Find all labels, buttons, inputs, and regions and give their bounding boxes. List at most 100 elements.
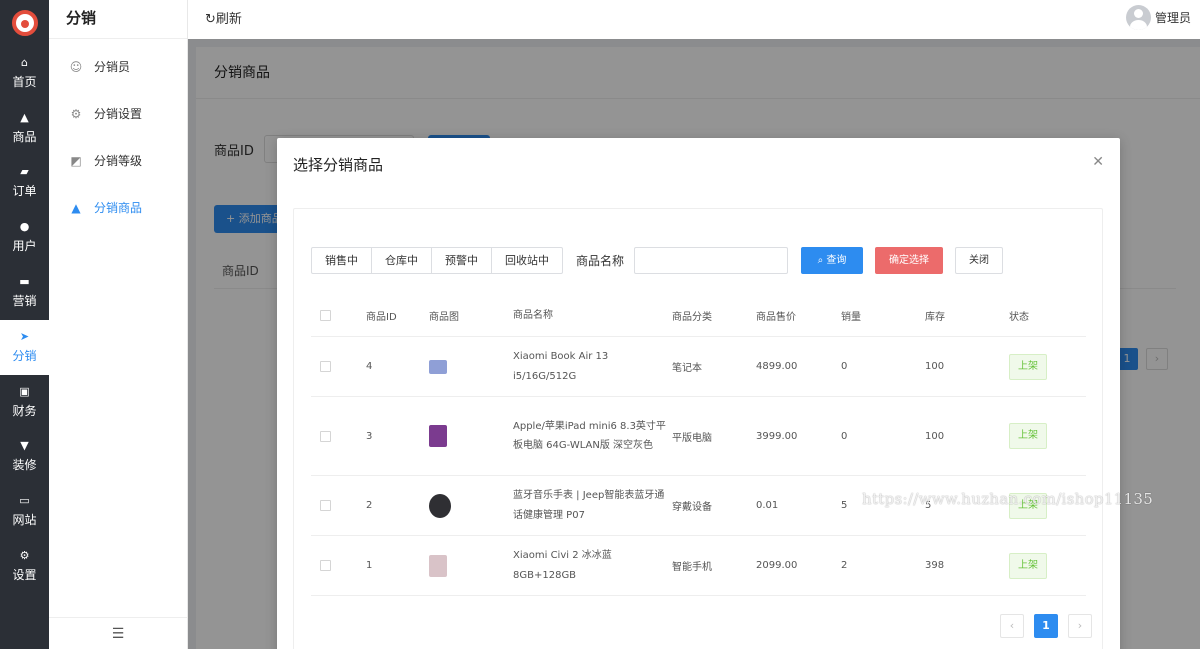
col-id: 商品ID [366,312,397,323]
send-icon: ➤ [19,329,30,343]
tab-in-warehouse[interactable]: 仓库中 [372,248,432,273]
ticket-icon: ▬ [19,275,30,289]
table-row[interactable]: 1 Xiaomi Civi 2 冰冰蓝 8GB+128GB 智能手机 2099.… [311,536,1086,596]
wallet-icon: ▰ [20,165,29,179]
select-product-modal: 选择分销商品 ✕ 销售中 仓库中 预警中 回收站中 商品名称 ⌕ 查询 确定选择… [277,138,1120,649]
chart-icon: ◩ [70,153,82,168]
cell-name: Xiaomi Civi 2 冰冰蓝 8GB+128GB [513,550,612,581]
cell-id: 4 [366,361,373,372]
person-icon: ☺ [69,59,83,74]
sidebar-item-distribution-levels[interactable]: ◩ 分销等级 [49,137,187,184]
cell-stock: 100 [925,361,945,372]
page-prev[interactable]: ‹ [1000,614,1024,638]
nav-products[interactable]: ▲ 商品 [0,101,49,156]
col-price: 商品售价 [756,312,796,323]
cell-price: 2099.00 [756,560,798,571]
cell-stock: 398 [925,560,945,571]
close-icon[interactable]: ✕ [1092,154,1104,170]
cell-stock: 100 [925,430,945,442]
bag-icon: ▲ [71,200,81,215]
collapse-menu-icon[interactable]: ☰ [49,617,187,649]
cell-price: 3999.00 [756,430,798,442]
col-status: 状态 [1009,312,1029,323]
cell-id: 3 [366,430,373,442]
col-sales: 销量 [841,312,861,323]
close-button[interactable]: 关闭 [955,247,1004,274]
status-badge[interactable]: 上架 [1009,353,1047,380]
sub-sidebar: 分销 ☺ 分销员 ⚙ 分销设置 ◩ 分销等级 ▲ 分销商品 ☰ [49,0,188,649]
col-name: 商品名称 [513,309,553,321]
row-checkbox[interactable] [320,361,331,372]
status-badge[interactable]: 上架 [1009,423,1047,449]
page-next[interactable]: › [1068,614,1092,638]
user-menu[interactable]: 管理员 [1125,5,1191,30]
avatar [1125,5,1151,30]
query-button[interactable]: ⌕ 查询 [801,247,864,274]
cell-sales: 0 [841,430,848,442]
sidebar-item-distributors[interactable]: ☺ 分销员 [49,43,187,90]
refresh-button[interactable]: ↻刷新 [205,8,242,27]
nav-orders[interactable]: ▰ 订单 [0,156,49,211]
sidebar-item-distribution-products[interactable]: ▲ 分销商品 [49,184,187,231]
sidebar-item-distribution-settings[interactable]: ⚙ 分销设置 [49,90,187,137]
confirm-select-button[interactable]: 确定选择 [875,247,944,274]
nav-finance[interactable]: ▣ 财务 [0,375,49,430]
row-checkbox[interactable] [320,560,331,571]
monitor-icon: ▭ [19,494,30,508]
table-row[interactable]: 4 Xiaomi Book Air 13 i5/16G/512G 笔记本 489… [311,337,1086,397]
app-logo[interactable] [0,0,49,46]
nav-distribution[interactable]: ➤ 分销 [0,319,49,375]
cell-category: 穿戴设备 [672,502,712,513]
row-checkbox[interactable] [320,500,331,511]
settings-icon: ⚙ [70,106,82,121]
cell-category: 笔记本 [672,363,702,374]
nav-decoration[interactable]: ▼ 装修 [0,430,49,485]
user-icon: ● [19,220,30,234]
modal-card: 销售中 仓库中 预警中 回收站中 商品名称 ⌕ 查询 确定选择 关闭 商品ID … [293,208,1103,649]
cell-sales: 0 [841,361,848,372]
cell-name: Xiaomi Book Air 13 i5/16G/512G [513,351,609,382]
tab-warning[interactable]: 预警中 [432,248,492,273]
cell-category: 平版电脑 [672,432,712,444]
brush-icon: ▼ [20,439,29,453]
pagination: ‹ 1 › [990,614,1092,638]
nav-marketing[interactable]: ▬ 营销 [0,265,49,320]
col-category: 商品分类 [672,312,712,323]
cell-category: 智能手机 [672,562,712,573]
product-thumbnail [429,425,447,447]
nav-settings[interactable]: ⚙ 设置 [0,539,49,594]
watermark-text: https://www.huzhan.com/ishop11135 [862,490,1154,508]
row-checkbox[interactable] [320,430,331,442]
cell-id: 2 [366,500,373,511]
table-row[interactable]: 3 Apple/苹果iPad mini6 8.3英寸平板电脑 64G-WLAN版… [311,397,1086,476]
user-name: 管理员 [1154,11,1191,25]
tab-recycle-bin[interactable]: 回收站中 [492,248,562,273]
cell-name: Apple/苹果iPad mini6 8.3英寸平板电脑 64G-WLAN版 深… [513,420,666,452]
status-tabs: 销售中 仓库中 预警中 回收站中 [311,247,563,274]
status-badge[interactable]: 上架 [1009,552,1047,579]
nav-website[interactable]: ▭ 网站 [0,484,49,539]
cell-price: 0.01 [756,500,779,511]
gear-icon: ⚙ [19,549,30,563]
select-all-checkbox[interactable] [320,310,331,321]
cell-price: 4899.00 [756,361,798,372]
product-thumbnail [429,554,447,577]
page-current[interactable]: 1 [1034,614,1058,638]
main-nav-rail: ⌂ 首页 ▲ 商品 ▰ 订单 ● 用户 ▬ 营销 ➤ 分销 ▣ 财务 ▼ 装修 … [0,0,49,649]
bag-icon: ▲ [20,110,29,124]
home-icon: ⌂ [21,55,28,69]
cell-id: 1 [366,560,373,571]
search-icon: ⌕ [817,255,824,266]
nav-home[interactable]: ⌂ 首页 [0,46,49,101]
cell-name: 蓝牙音乐手表 | Jeep智能表蓝牙通话健康管理 P07 [513,490,665,521]
product-name-input[interactable] [634,247,789,274]
nav-users[interactable]: ● 用户 [0,210,49,265]
sidebar-title: 分销 [49,0,187,39]
product-thumbnail [429,493,451,518]
modal-toolbar: 销售中 仓库中 预警中 回收站中 商品名称 ⌕ 查询 确定选择 关闭 [311,247,1004,274]
product-thumbnail [429,359,447,374]
product-table: 商品ID 商品图 商品名称 商品分类 商品售价 销量 库存 状态 4 Xiaom… [311,295,1086,596]
refresh-icon: ↻ [205,12,216,27]
tab-on-sale[interactable]: 销售中 [312,248,372,273]
modal-title: 选择分销商品 [293,156,384,174]
